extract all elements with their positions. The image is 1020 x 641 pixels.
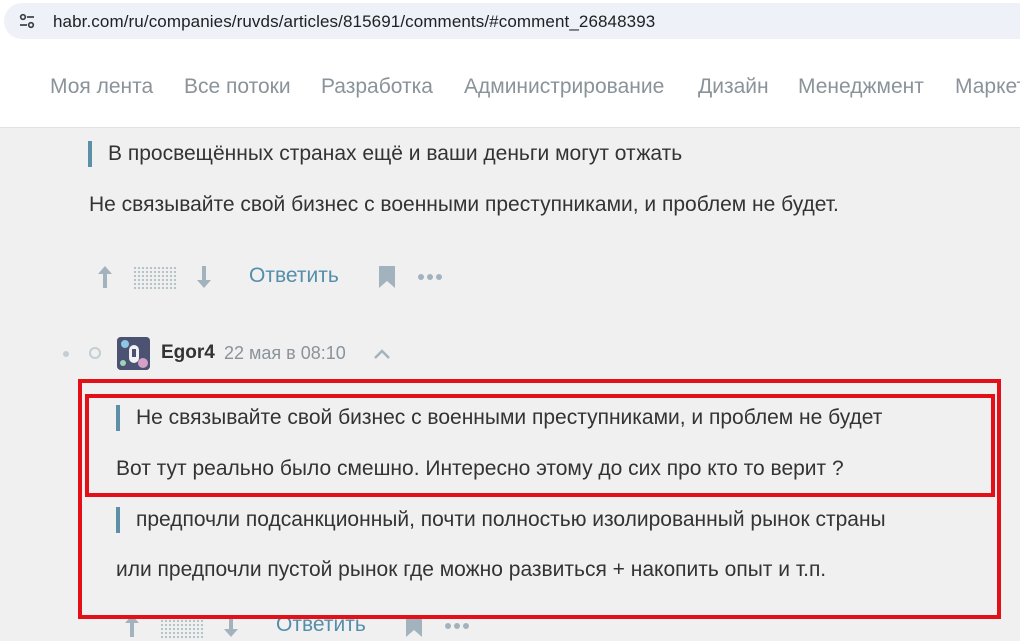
hubs-navigation: Моя лента Все потоки Разработка Админист… — [0, 50, 1020, 128]
nav-item-administration[interactable]: Администрирование — [464, 75, 664, 99]
site-info-icon[interactable] — [18, 12, 36, 30]
nav-item-management[interactable]: Менеджмент — [798, 75, 924, 99]
comments-area: В просвещённых странах ещё и ваши деньги… — [0, 129, 1020, 641]
vote-down-icon[interactable] — [195, 264, 213, 290]
url-text[interactable]: habr.com/ru/companies/ruvds/articles/815… — [53, 12, 655, 32]
comment-text: или предпочли пустой рынок где можно раз… — [116, 558, 827, 581]
bookmark-icon[interactable] — [378, 265, 396, 289]
vote-up-icon[interactable] — [96, 264, 114, 290]
comment-quote: предпочли подсанкционный, почти полность… — [116, 507, 886, 533]
comment-text: Не связывайте свой бизнес с военными пре… — [89, 193, 839, 216]
collapse-chevron-icon[interactable] — [373, 348, 391, 360]
nav-item-development[interactable]: Разработка — [321, 75, 433, 99]
bookmark-icon[interactable] — [405, 614, 423, 638]
nav-item-feed[interactable]: Моя лента — [50, 75, 153, 99]
comment-quote: Не связывайте свой бизнес с военными пре… — [116, 405, 882, 431]
avatar-image — [117, 337, 150, 370]
browser-address-bar: habr.com/ru/companies/ruvds/articles/815… — [0, 0, 1020, 50]
vote-up-icon[interactable] — [123, 613, 141, 639]
vote-score[interactable] — [160, 615, 204, 639]
comment-quote: В просвещённых странах ещё и ваши деньги… — [88, 141, 682, 167]
nav-item-design[interactable]: Дизайн — [698, 75, 769, 99]
vote-score[interactable] — [133, 266, 177, 290]
reply-button[interactable]: Ответить — [276, 613, 366, 637]
reply-button[interactable]: Ответить — [249, 264, 339, 288]
nav-item-marketing[interactable]: Маркетинг — [955, 75, 1020, 99]
nav-item-all-flows[interactable]: Все потоки — [184, 75, 291, 99]
thread-dot — [63, 351, 69, 357]
comment-text: Вот тут реально было смешно. Интересно э… — [116, 457, 844, 480]
vote-down-icon[interactable] — [222, 613, 240, 639]
url-field[interactable]: habr.com/ru/companies/ruvds/articles/815… — [4, 3, 1020, 39]
thread-branch-toggle[interactable] — [89, 347, 101, 359]
comment-time[interactable]: 22 мая в 08:10 — [224, 343, 346, 364]
more-icon[interactable] — [445, 621, 473, 631]
more-icon[interactable] — [418, 272, 446, 282]
avatar[interactable] — [117, 337, 150, 370]
comment-author[interactable]: Egor4 — [161, 342, 215, 364]
